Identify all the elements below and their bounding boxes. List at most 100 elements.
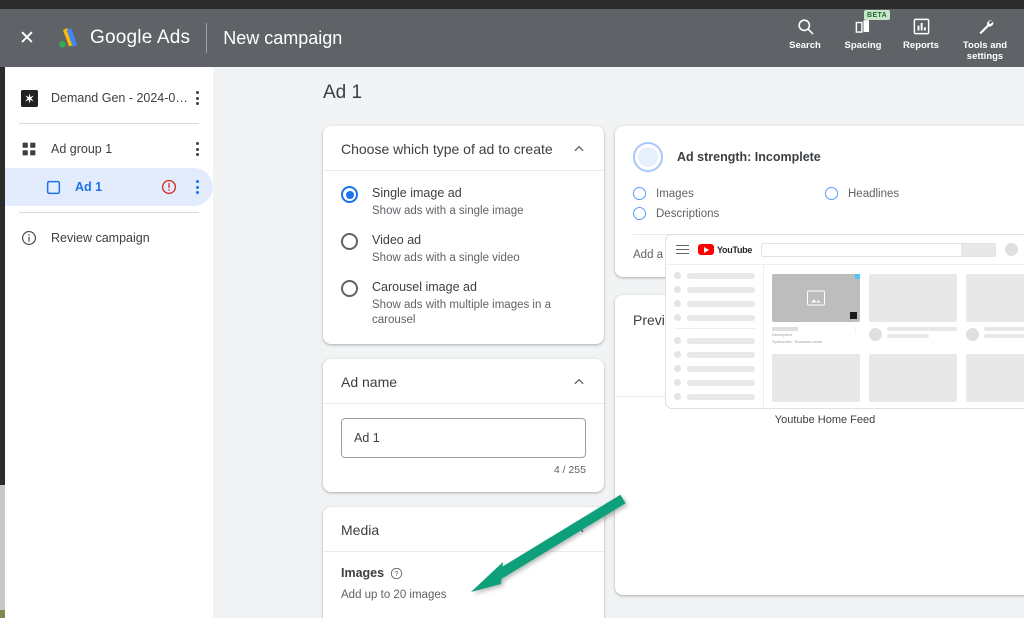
checklist-dot-icon bbox=[825, 187, 838, 200]
ad-meta: ⋮ Headline Description Sponsored · Busin… bbox=[772, 327, 860, 345]
radio-single-image[interactable] bbox=[341, 186, 358, 203]
campaign-icon bbox=[19, 88, 39, 108]
youtube-mock-video-card bbox=[966, 354, 1024, 402]
chevron-up-icon[interactable] bbox=[572, 523, 586, 537]
help-icon[interactable]: ? bbox=[390, 567, 403, 580]
preview-column: Ad strength: Incomplete Images Headlines… bbox=[615, 126, 1024, 595]
search-action[interactable]: Search bbox=[778, 15, 832, 51]
media-card-header[interactable]: Media bbox=[323, 507, 604, 552]
reports-icon bbox=[912, 15, 931, 37]
brand-title: Google Ads bbox=[90, 27, 191, 48]
sidebar-item-ad-1[interactable]: Ad 1 bbox=[5, 168, 213, 206]
ad-description: Description bbox=[772, 332, 793, 337]
sidebar-item-review-campaign[interactable]: Review campaign bbox=[5, 219, 213, 257]
svg-text:?: ? bbox=[395, 570, 399, 578]
main-content: Ad 1 Choose which type of ad to create S… bbox=[213, 67, 1024, 618]
tools-and-settings-action[interactable]: Tools and settings bbox=[952, 15, 1018, 62]
option-label-single-image: Single image ad bbox=[372, 186, 462, 200]
ad-type-options: Single image ad Show ads with a single i… bbox=[323, 171, 604, 344]
radio-video[interactable] bbox=[341, 233, 358, 250]
ad-name-card: Ad name 4 / 255 bbox=[323, 359, 604, 492]
ad-strength-ring-icon bbox=[633, 142, 663, 172]
spacing-action[interactable]: BETA Spacing bbox=[836, 10, 891, 51]
youtube-mock-body: ⋮ Headline Description Sponsored · Busin… bbox=[666, 265, 1024, 408]
header-actions: Search BETA Spacing Reports Tools and se… bbox=[778, 9, 1024, 67]
youtube-mock-video-card bbox=[869, 274, 957, 345]
error-icon bbox=[161, 179, 177, 195]
ad-name-card-header[interactable]: Ad name bbox=[323, 359, 604, 404]
ad-name-body: 4 / 255 bbox=[323, 404, 604, 492]
checklist-label-headlines: Headlines bbox=[848, 187, 900, 200]
checklist-label-descriptions: Descriptions bbox=[656, 207, 720, 220]
ad-type-option-video[interactable]: Video ad Show ads with a single video bbox=[341, 232, 586, 266]
ad-strength-header: Ad strength: Incomplete bbox=[633, 142, 1017, 172]
ad-type-card: Choose which type of ad to create Single… bbox=[323, 126, 604, 344]
option-label-video: Video ad bbox=[372, 233, 422, 247]
sidebar-ad-group-label: Ad group 1 bbox=[51, 142, 113, 156]
reports-action[interactable]: Reports bbox=[894, 15, 948, 51]
option-desc-carousel: Show ads with multiple images in a carou… bbox=[372, 299, 551, 326]
ad-strength-checklist: Images Headlines Descriptions bbox=[633, 187, 1017, 234]
ad-type-card-header[interactable]: Choose which type of ad to create bbox=[323, 126, 604, 171]
sidebar-item-campaign[interactable]: Demand Gen - 2024-04... bbox=[5, 79, 213, 117]
app-header: ✕ Google Ads New campaign Search BETA Sp… bbox=[0, 9, 1024, 67]
search-icon bbox=[796, 15, 815, 37]
youtube-mock-feed: ⋮ Headline Description Sponsored · Busin… bbox=[764, 265, 1024, 408]
header-subtitle: New campaign bbox=[223, 27, 343, 48]
images-label: Images bbox=[341, 566, 385, 580]
chevron-up-icon[interactable] bbox=[572, 375, 586, 389]
checklist-item-descriptions: Descriptions bbox=[633, 207, 825, 220]
ad-group-icon bbox=[19, 139, 39, 159]
option-desc-video: Show ads with a single video bbox=[372, 252, 520, 264]
sidebar-review-campaign-label: Review campaign bbox=[51, 231, 150, 245]
sidebar-divider-1 bbox=[19, 123, 199, 124]
radio-carousel[interactable] bbox=[341, 280, 358, 297]
google-ads-logo-icon bbox=[54, 24, 82, 52]
chevron-up-icon[interactable] bbox=[572, 142, 586, 156]
option-label-carousel: Carousel image ad bbox=[372, 280, 477, 294]
ad-settings-column: Choose which type of ad to create Single… bbox=[323, 126, 604, 618]
page-title: Ad 1 bbox=[323, 82, 363, 103]
ad-sponsor: Sponsored · Business name bbox=[772, 339, 823, 344]
reports-action-label: Reports bbox=[903, 40, 939, 51]
info-icon bbox=[19, 228, 39, 248]
spacing-action-label: Spacing bbox=[844, 40, 882, 51]
sidebar-item-ad-group[interactable]: Ad group 1 bbox=[5, 130, 213, 168]
browser-chrome-top-strip bbox=[0, 0, 1024, 9]
close-button[interactable]: ✕ bbox=[14, 25, 40, 51]
preview-context-label: Youtube Home Feed bbox=[774, 414, 876, 426]
sidebar-ad-1-label: Ad 1 bbox=[75, 180, 103, 194]
search-action-label: Search bbox=[789, 40, 821, 51]
youtube-mock-video-card bbox=[966, 274, 1024, 345]
ad-icon bbox=[43, 177, 63, 197]
option-desc-single-image: Show ads with a single image bbox=[372, 205, 524, 217]
ad-group-more-menu-icon[interactable] bbox=[189, 142, 205, 156]
campaign-more-menu-icon[interactable] bbox=[189, 91, 205, 105]
checklist-dot-icon bbox=[633, 207, 646, 220]
checklist-dot-icon bbox=[633, 187, 646, 200]
checklist-item-headlines: Headlines bbox=[825, 187, 1017, 200]
ad-name-input[interactable] bbox=[341, 418, 586, 458]
ad-1-more-menu-icon[interactable] bbox=[189, 180, 205, 194]
sidebar-campaign-label: Demand Gen - 2024-04... bbox=[51, 91, 189, 105]
youtube-preview-mock: YouTube ⋮ Description Sponsored · Busine… bbox=[665, 234, 1024, 409]
image-placeholder-icon bbox=[807, 290, 825, 306]
preview-card: Preview Youtube Home Feed YouTube ⋮ Desc… bbox=[615, 234, 1024, 595]
checklist-label-images: Images bbox=[656, 187, 694, 200]
media-card: Media Images ? Add up to 20 images bbox=[323, 507, 604, 618]
ad-type-option-carousel[interactable]: Carousel image ad Show ads with multiple… bbox=[341, 279, 586, 328]
ad-type-card-title: Choose which type of ad to create bbox=[341, 141, 553, 157]
google-ads-new-campaign-screen: ✕ Google Ads New campaign Search BETA Sp… bbox=[0, 0, 1024, 618]
campaign-sidebar: Demand Gen - 2024-04... Ad group 1 Ad 1 … bbox=[5, 67, 213, 618]
ad-name-character-counter: 4 / 255 bbox=[553, 464, 586, 476]
checklist-item-images: Images bbox=[633, 187, 825, 200]
header-divider bbox=[206, 23, 208, 53]
tools-icon bbox=[976, 15, 995, 37]
ad-type-option-single-image[interactable]: Single image ad Show ads with a single i… bbox=[341, 185, 586, 219]
ad-name-card-title: Ad name bbox=[341, 374, 398, 390]
tools-and-settings-label: Tools and settings bbox=[962, 40, 1008, 62]
youtube-mock-ad-slot: ⋮ Headline Description Sponsored · Busin… bbox=[772, 274, 860, 345]
ad-strength-title: Ad strength: Incomplete bbox=[677, 150, 821, 164]
youtube-mock-video-card bbox=[772, 354, 860, 402]
youtube-mock-video-card bbox=[869, 354, 957, 402]
